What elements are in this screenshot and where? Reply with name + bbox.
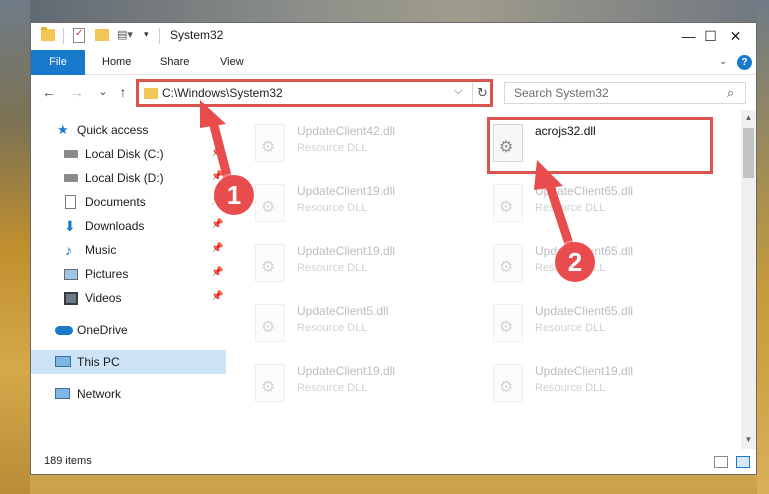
- callout-arrows: [200, 100, 580, 267]
- callout-badge-1: 1: [214, 175, 254, 215]
- callout-badge-2: 2: [555, 242, 595, 282]
